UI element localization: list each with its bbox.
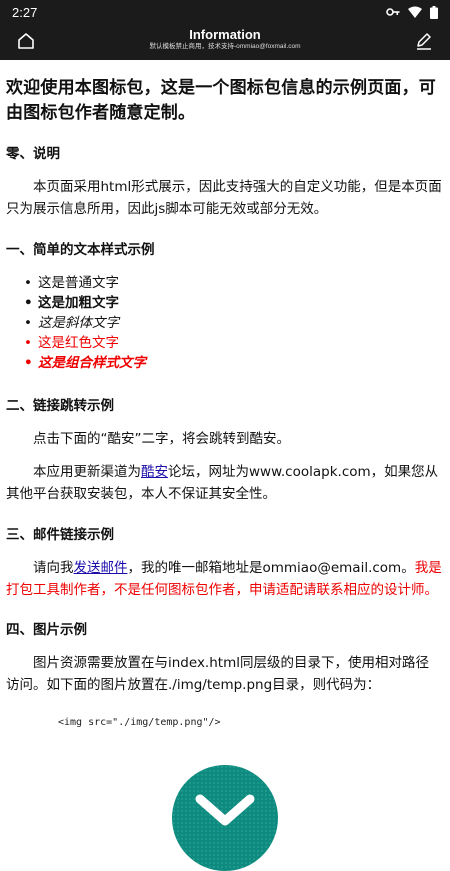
status-time: 2:27 (12, 4, 38, 20)
status-bar: 2:27 (0, 0, 450, 24)
send-email-link[interactable]: 发送邮件 (74, 560, 128, 576)
sample-image-logo (172, 765, 278, 871)
section-2-heading: 二、链接跳转示例 (6, 398, 114, 414)
battery-icon (430, 5, 438, 19)
section-1-heading: 一、简单的文本样式示例 (6, 242, 155, 258)
text-style-list: 这是普通文字 这是加粗文字 这是斜体文字 这是红色文字 这是组合样式文字 (24, 273, 146, 373)
list-item-italic: 这是斜体文字 (24, 313, 146, 333)
section-4-heading: 四、图片示例 (6, 622, 87, 638)
list-item-combined: 这是组合样式文字 (24, 353, 146, 373)
section-0-heading: 零、说明 (6, 146, 60, 162)
intro-heading: 欢迎使用本图标包，这是一个图标包信息的示例页面，可由图标包作者随意定制。 (6, 78, 436, 123)
edit-icon[interactable] (414, 31, 434, 51)
status-icons (386, 5, 438, 19)
app-bar: Information 默认模板禁止商用，技术支持-ommiao@foxmail… (0, 24, 450, 60)
list-item-bold: 这是加粗文字 (24, 293, 146, 313)
section-2-para-2-start: 本应用更新渠道为 (33, 464, 141, 480)
list-item-normal: 这是普通文字 (24, 273, 146, 293)
page-title: Information (189, 27, 261, 42)
wifi-icon (408, 6, 422, 18)
code-sample: <img src="./img/temp.png"/> (58, 717, 221, 728)
app-bar-titles: Information 默认模板禁止商用，技术支持-ommiao@foxmail… (90, 27, 360, 52)
section-3-start: 请向我 (33, 560, 74, 576)
list-item-red: 这是红色文字 (24, 333, 146, 353)
section-3-email-text: ，我的唯一邮箱地址是ommiao@email.com。 (127, 560, 415, 576)
section-2-para-1: 点击下面的“酷安”二字，将会跳转到酷安。 (33, 431, 290, 447)
section-0-body: 本页面采用html形式展示，因此支持强大的自定义功能，但是本页面只为展示信息所用… (6, 179, 442, 217)
coolapk-link[interactable]: 酷安 (141, 464, 168, 480)
section-4-body: 图片资源需要放置在与index.html同层级的目录下，使用相对路径访问。如下面… (6, 655, 429, 693)
section-3-body: 请向我发送邮件，我的唯一邮箱地址是ommiao@email.com。我是打包工具… (6, 557, 442, 601)
home-icon[interactable] (16, 31, 36, 51)
section-3-heading: 三、邮件链接示例 (6, 527, 114, 543)
section-2-para-2: 本应用更新渠道为酷安论坛，网址为www.coolapk.com，如果您从其他平台… (6, 461, 442, 505)
key-icon (386, 8, 400, 16)
page-subtitle: 默认模板禁止商用，技术支持-ommiao@foxmail.com (149, 43, 301, 50)
